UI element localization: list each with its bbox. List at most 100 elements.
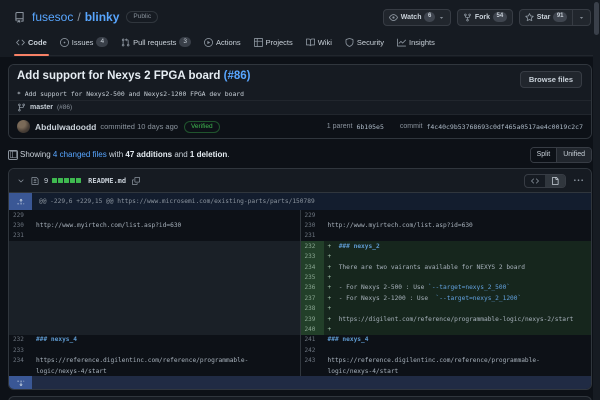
diffstat-block-added [64,178,69,183]
fork-button[interactable]: Fork 54 [457,9,513,26]
source-rendered-switch [524,174,566,188]
line-number[interactable]: 231 [9,231,32,241]
commit-pr-link[interactable]: (#86) [224,70,251,82]
unified-view-button[interactable]: Unified [556,148,591,162]
line-number[interactable] [301,366,324,376]
file-tree-toggle-button[interactable] [8,150,18,160]
copy-path-icon[interactable] [132,177,140,185]
source-view-button[interactable] [525,175,545,187]
star-button[interactable]: Star 91 [519,9,573,26]
commit-sha: f4c40c9b53768693c0df465a0517ae4c0019c2c7 [426,123,583,131]
scrollbar-thumb[interactable] [594,2,599,35]
commit-label: commit [400,123,423,130]
nav-tab-label: Pull requests [133,38,176,47]
nav-tab-code[interactable]: Code [14,32,49,55]
nav-tab-wiki[interactable]: Wiki [304,32,334,55]
line-number[interactable]: 235 [301,272,324,282]
file-options-kebab-icon[interactable] [574,176,583,185]
watch-count: 6 [424,12,434,22]
diff-row: 233+ [9,252,591,262]
collapse-file-chevron-icon[interactable] [17,177,25,185]
repo-slash: / [77,10,80,24]
code-line: logic/nexys-4/start [32,366,300,376]
file-header: 9 README.md [9,169,591,193]
code-line: + [324,304,592,314]
nav-tab-insights[interactable]: Insights [395,32,437,55]
diffstat-block-added [76,178,81,183]
changed-files-link[interactable]: 4 changed files [53,150,107,159]
code-line: logic/nexys-4/start [324,366,592,376]
code-line: + ### nexys_2 [324,241,592,251]
diff-row: logic/nexys-4/start logic/nexys-4/start [9,366,591,376]
file-name-link[interactable]: README.md [88,177,126,185]
author-name[interactable]: Abdulwadoodd [35,122,96,132]
parent-sha-link[interactable]: 6b105e5 [356,123,383,131]
nav-tab-label: Insights [409,38,435,47]
code-line: + [324,324,592,334]
scrollbar-track[interactable] [593,0,600,400]
line-number[interactable] [9,366,32,376]
line-number[interactable]: 242 [301,345,324,355]
line-number[interactable]: 230 [301,220,324,230]
star-split-button: Star 91 [519,9,591,26]
star-caret-button[interactable] [573,9,591,26]
code-line: + - For Nexys 2-500 : Use `--target=nexy… [324,283,592,293]
split-view-button[interactable]: Split [531,148,557,162]
nav-tab-actions[interactable]: Actions [202,32,243,55]
branch-name[interactable]: master [30,104,53,111]
code-line: https://reference.digilentinc.com/refere… [32,355,300,365]
line-number[interactable]: 234 [9,355,32,365]
line-number[interactable]: 229 [301,210,324,220]
nav-tab-label: Wiki [318,38,332,47]
nav-tab-pull-requests[interactable]: Pull requests3 [119,32,193,55]
repo-owner-link[interactable]: fusesoc [32,10,73,24]
fork-count: 54 [493,12,507,22]
repo-nav: Code Issues4 Pull requests3 Actions Projects… [14,32,600,56]
code-line: ### nexys_4 [32,335,300,345]
commit-sha-info: 1 parent 6b105e5 commit f4c40c9b53768693… [327,123,583,131]
verified-badge[interactable]: Verified [184,121,220,133]
diff-row: 232+ ### nexys_2 [9,241,591,251]
line-number[interactable]: 240 [301,324,324,334]
commit-description: * Add support for Nexys2-500 and Nexys2-… [17,90,582,98]
code-line: https://reference.digilentinc.com/refere… [324,355,592,365]
nav-tab-security[interactable]: Security [343,32,386,55]
code-line [324,210,592,220]
nav-tab-label: Code [28,38,47,47]
changed-files-summary: Showing 4 changed files with 47 addition… [20,150,229,159]
rendered-view-button[interactable] [545,175,565,187]
repo-visibility-badge: Public [126,11,158,23]
line-number[interactable]: 241 [301,335,324,345]
nav-tab-issues[interactable]: Issues4 [58,32,110,55]
line-number[interactable]: 231 [301,231,324,241]
line-number[interactable]: 233 [9,345,32,355]
line-number[interactable]: 232 [9,335,32,345]
browse-files-button[interactable]: Browse files [520,71,582,88]
line-number[interactable]: 233 [301,252,324,262]
expand-hunk-down-button[interactable] [9,376,32,389]
file-diff-card: 9 README.md @@ -229,6 +229,15 @@ https:/… [8,168,592,390]
nav-tab-label: Actions [216,38,241,47]
commit-branch-row: master (#86) [9,100,591,114]
line-number[interactable]: 243 [301,355,324,365]
file-changes-count: 9 [44,176,48,185]
repo-name-link[interactable]: blinky [85,10,120,24]
line-number[interactable]: 236 [301,283,324,293]
expand-hunk-up-button[interactable] [9,193,32,210]
line-number[interactable]: 239 [301,314,324,324]
issue-icon [60,38,69,47]
nav-tab-projects[interactable]: Projects [252,32,295,55]
code-line [32,210,300,220]
line-number[interactable]: 229 [9,210,32,220]
line-number[interactable]: 230 [9,220,32,230]
line-number[interactable]: 232 [301,241,324,251]
diff-row: 237+ - For Nexys 2-1200 : Use `--target=… [9,293,591,303]
branch-pr-ref[interactable]: (#86) [57,104,72,111]
line-number[interactable]: 237 [301,293,324,303]
diff-row: 238+ [9,304,591,314]
author-avatar[interactable] [17,120,30,133]
watch-button[interactable]: Watch 6 [383,9,451,26]
line-number[interactable]: 238 [301,304,324,314]
repo-icon [14,12,25,23]
line-number[interactable]: 234 [301,262,324,272]
